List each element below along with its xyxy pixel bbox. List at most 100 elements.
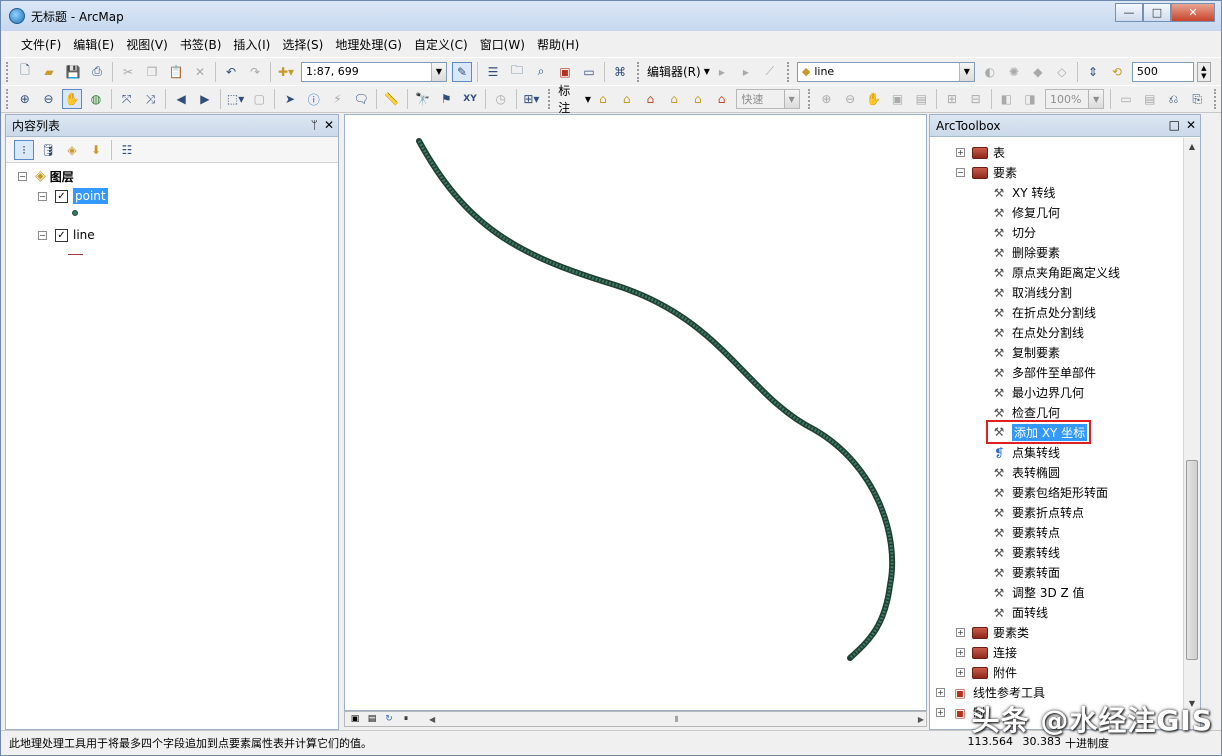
delete-icon[interactable]: ✕ (190, 62, 210, 82)
expand-icon[interactable]: + (956, 668, 965, 677)
tool-item[interactable]: ⚒ 多部件至单部件 (990, 363, 1096, 382)
zoom-in-icon[interactable]: ⊕ (15, 89, 35, 109)
tolerance-spinner[interactable]: ▲ ▼ (1196, 61, 1211, 82)
chevron-down-icon[interactable]: ▼ (431, 62, 446, 81)
data-driven-pages-icon[interactable]: ⎘ (1187, 89, 1207, 109)
labeling-menu[interactable]: 标注 (558, 82, 582, 116)
toolbar-grip[interactable] (6, 89, 10, 109)
fixed-zoom-in-icon[interactable]: ⤧ (117, 89, 137, 109)
toolset-attachments[interactable]: + 附件 (956, 663, 1017, 682)
tool-item-add-xy-coordinates[interactable]: ⚒ 添加 XY 坐标 (986, 420, 1092, 444)
toolset-features[interactable]: − 要素 (956, 163, 1017, 182)
html-popup-icon[interactable]: 🗨 (351, 89, 371, 109)
brightness-icon[interactable]: ✺ (1004, 62, 1024, 82)
tool-item[interactable]: ⚒ 修复几何 (990, 203, 1060, 222)
menu-windows[interactable]: 窗口(W) (474, 36, 531, 53)
menu-selection[interactable]: 选择(S) (276, 36, 329, 53)
scroll-right-icon[interactable]: ▶ (918, 715, 924, 724)
paste-icon[interactable]: 📋 (166, 62, 186, 82)
select-features-icon[interactable]: ⬚▾ (226, 89, 246, 109)
tool-item[interactable]: ⚒ 在点处分割线 (990, 323, 1084, 342)
tool-item[interactable]: ⚒ 要素转线 (990, 543, 1060, 562)
find-route-icon[interactable]: ⚑ (436, 89, 456, 109)
lock-labels-icon[interactable]: ⌂ (664, 89, 684, 109)
expand-icon[interactable]: + (956, 648, 965, 657)
editor-menu[interactable]: 编辑器(R) (647, 63, 701, 80)
cut-icon[interactable]: ✂ (118, 62, 138, 82)
snap-tolerance-input[interactable]: 500 (1131, 61, 1194, 82)
layer-row-point[interactable]: − ✓ point (38, 187, 108, 205)
label-speed-combo[interactable]: 快速 ▼ (736, 89, 800, 109)
fixed-zoom-out-layout-icon[interactable]: ⊟ (966, 89, 986, 109)
list-by-drawing-order-icon[interactable]: ⁝ (14, 139, 34, 160)
table-of-contents-icon[interactable]: ☰ (483, 62, 503, 82)
toolbox-close-icon[interactable]: ✕ (1186, 118, 1196, 132)
close-button[interactable]: ✕ (1171, 3, 1215, 22)
zoom-100-icon[interactable]: ▤ (911, 89, 931, 109)
zoom-whole-page-icon[interactable]: ▣ (888, 89, 908, 109)
maximize-icon[interactable]: □ (1169, 118, 1180, 132)
zoom-out-icon[interactable]: ⊖ (39, 89, 59, 109)
tool-item[interactable]: ⚒ 原点夹角距离定义线 (990, 263, 1120, 282)
identify-icon[interactable]: ⓘ (304, 89, 324, 109)
toolbar-grip[interactable] (807, 89, 812, 109)
tool-item[interactable]: ⚒ 调整 3D Z 值 (990, 583, 1085, 602)
go-to-xy-icon[interactable]: XY (460, 89, 480, 109)
tool-item[interactable]: ⚒ 要素转点 (990, 523, 1060, 542)
select-elements-arrow-icon[interactable]: ➤ (280, 89, 300, 109)
new-document-icon[interactable]: 🗋 (15, 62, 35, 82)
tool-item[interactable]: ⚒ 删除要素 (990, 243, 1060, 262)
save-icon[interactable]: 💾 (63, 62, 83, 82)
tool-item[interactable]: ⚒ 复制要素 (990, 343, 1060, 362)
chevron-down-icon[interactable]: ▼ (783, 90, 799, 108)
straight-segment-icon[interactable]: ⟋ (760, 62, 780, 82)
change-layout-icon[interactable]: ⎌ (1164, 89, 1184, 109)
model-builder-icon[interactable]: ⌘ (610, 62, 630, 82)
map-scale-combo[interactable]: 1:87, 699 ▼ (301, 61, 447, 82)
back-arrow-icon[interactable]: ◀ (171, 89, 191, 109)
layer-name[interactable]: point (73, 188, 108, 204)
toolbar-grip[interactable] (6, 61, 10, 82)
hyperlink-icon[interactable]: ⚡ (328, 89, 348, 109)
layout-zoom-out-icon[interactable]: ⊖ (840, 89, 860, 109)
label-priority-icon[interactable]: ⌂ (617, 89, 637, 109)
arctoolbox-icon[interactable]: ▣ (555, 62, 575, 82)
chevron-down-icon[interactable]: ▼ (958, 62, 974, 81)
toolbar-grip[interactable] (548, 89, 552, 109)
measure-icon[interactable]: 📏 (382, 89, 402, 109)
find-binoculars-icon[interactable]: 🔭 (413, 89, 433, 109)
label-manager-icon[interactable]: ⌂ (593, 89, 613, 109)
layer-name[interactable]: line (73, 228, 95, 242)
pin-icon[interactable]: ᛘ (311, 118, 318, 132)
search-window-icon[interactable]: ⌕ (531, 62, 551, 82)
toolset-joins[interactable]: + 连接 (956, 643, 1017, 662)
edit-tool-icon[interactable]: ▸ (712, 62, 732, 82)
data-view-icon[interactable]: ▣ (348, 713, 362, 725)
menu-insert[interactable]: 插入(I) (227, 36, 276, 53)
tool-item[interactable]: ⚒ 在折点处分割线 (990, 303, 1096, 322)
minimize-button[interactable]: — (1115, 3, 1143, 22)
previous-extent-icon[interactable]: ◧ (997, 89, 1017, 109)
tool-item[interactable]: ⚒ 要素包络矩形转面 (990, 483, 1108, 502)
expand-icon[interactable]: + (956, 628, 965, 637)
list-by-selection-icon[interactable]: ⬇ (86, 140, 106, 160)
layer-row-line[interactable]: − ✓ line (38, 226, 95, 244)
layout-pan-icon[interactable]: ✋ (864, 89, 884, 109)
menu-customize[interactable]: 自定义(C) (408, 36, 474, 53)
layers-root-row[interactable]: − ◈ 图层 (18, 167, 74, 185)
map-view[interactable] (344, 114, 927, 711)
tool-item[interactable]: ⚒ 表转椭圆 (990, 463, 1060, 482)
fixed-zoom-out-icon[interactable]: ⤨ (141, 89, 161, 109)
fixed-zoom-in-layout-icon[interactable]: ⊞ (942, 89, 962, 109)
catalog-icon[interactable]: 🗀 (507, 62, 527, 82)
flicker-icon[interactable]: ◇ (1052, 62, 1072, 82)
tool-item[interactable]: ⚒ 面转线 (990, 603, 1048, 622)
tool-item[interactable]: ⚒ 最小边界几何 (990, 383, 1084, 402)
layout-zoom-in-icon[interactable]: ⊕ (817, 89, 837, 109)
effects-icon[interactable]: ⇕ (1083, 62, 1103, 82)
python-window-icon[interactable]: ▭ (579, 62, 599, 82)
pan-hand-icon[interactable]: ✋ (62, 89, 83, 109)
chevron-down-icon[interactable]: ▼ (1088, 90, 1104, 108)
tool-item[interactable]: ⚒ 取消线分割 (990, 283, 1072, 302)
add-data-icon[interactable]: ✚▾ (276, 62, 296, 82)
